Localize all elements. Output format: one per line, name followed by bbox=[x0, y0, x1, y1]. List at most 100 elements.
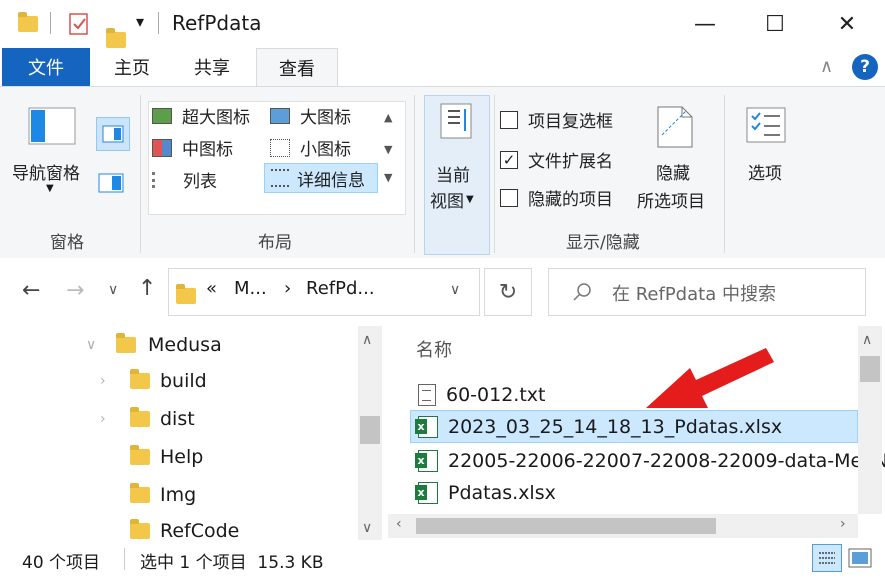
close-button[interactable]: ✕ bbox=[812, 0, 882, 48]
checkbox-checked[interactable]: ✓ bbox=[500, 150, 518, 169]
tree-item-img[interactable]: Img bbox=[100, 483, 196, 506]
tab-view[interactable]: 查看 bbox=[256, 48, 338, 87]
chevron-down-icon[interactable]: ∨ bbox=[86, 337, 106, 353]
details-view-button[interactable] bbox=[812, 544, 842, 572]
layout-extra-large-icons[interactable]: 超大图标 bbox=[152, 103, 250, 128]
column-header-name[interactable]: 名称 bbox=[416, 336, 452, 362]
layout-details[interactable]: 详细信息 bbox=[264, 163, 378, 193]
folder-icon bbox=[130, 519, 150, 539]
breadcrumb-overflow[interactable]: « bbox=[206, 278, 217, 299]
recent-locations-button[interactable]: ∨ bbox=[108, 282, 118, 298]
file-row[interactable]: 60-012.txt bbox=[418, 378, 545, 411]
divider bbox=[158, 12, 159, 34]
title-bar: ▾ RefPdata — ☐ ✕ bbox=[0, 0, 885, 48]
gallery-scroll-up-icon[interactable]: ▲ bbox=[384, 111, 392, 124]
sort-icon bbox=[440, 103, 472, 144]
tree-item-build[interactable]: › build bbox=[100, 369, 207, 392]
tree-item-dist[interactable]: › dist bbox=[100, 407, 195, 430]
layout-large-icons[interactable]: 大图标 bbox=[270, 103, 351, 128]
current-view-label-2: 视图 ▼ bbox=[430, 192, 474, 212]
minimize-button[interactable]: — bbox=[670, 0, 740, 48]
layout-list[interactable]: 列表 bbox=[152, 167, 217, 192]
nav-pane-button[interactable]: 导航窗格 bbox=[12, 159, 80, 184]
file-row[interactable]: 22005-22006-22007-22008-22009-data-MeaN bbox=[415, 444, 885, 477]
file-list: 名称 60-012.txt 2023_03_25_14_18_13_Pdatas… bbox=[388, 326, 885, 540]
hidden-items-toggle[interactable]: 隐藏的项目 bbox=[500, 185, 613, 210]
folder-icon bbox=[130, 483, 150, 503]
grid-icon bbox=[152, 138, 172, 157]
folder-icon bbox=[18, 12, 38, 32]
scroll-down-icon[interactable]: ∨ bbox=[362, 520, 372, 536]
checkbox[interactable] bbox=[500, 188, 518, 207]
collapse-ribbon-icon[interactable]: ∧ bbox=[820, 56, 833, 77]
scroll-right-icon[interactable]: › bbox=[840, 516, 846, 532]
divider bbox=[414, 95, 415, 253]
folder-icon bbox=[116, 333, 136, 353]
scroll-up-icon[interactable]: ∧ bbox=[362, 332, 372, 348]
tab-share[interactable]: 共享 bbox=[188, 48, 236, 86]
checkbox[interactable] bbox=[500, 110, 518, 129]
tree-item-medusa[interactable]: ∨ Medusa bbox=[86, 333, 222, 356]
file-extensions-toggle[interactable]: ✓ 文件扩展名 bbox=[500, 147, 613, 172]
chevron-right-icon[interactable]: › bbox=[100, 373, 120, 389]
search-placeholder: 在 RefPdata 中搜索 bbox=[612, 284, 776, 305]
file-hscroll-thumb[interactable] bbox=[416, 518, 716, 534]
folder-icon bbox=[130, 369, 150, 389]
large-icons-view-button[interactable] bbox=[848, 548, 872, 573]
breadcrumb-item[interactable]: RefPd... bbox=[306, 278, 375, 299]
address-dropdown-button[interactable]: ∨ bbox=[450, 282, 460, 298]
hide-selected-label-2[interactable]: 所选项目 bbox=[637, 187, 705, 212]
options-icon[interactable] bbox=[746, 107, 786, 148]
details-pane-icon[interactable] bbox=[98, 173, 124, 198]
chevron-right-icon[interactable]: › bbox=[100, 411, 120, 427]
selection-info: 选中 1 个项目 15.3 KB bbox=[140, 553, 324, 573]
divider bbox=[124, 548, 125, 570]
file-scroll-thumb[interactable] bbox=[860, 356, 880, 382]
window-title: RefPdata bbox=[172, 11, 262, 35]
small-grid-icon bbox=[270, 138, 290, 157]
group-label-show-hide: 显示/隐藏 bbox=[566, 233, 640, 253]
tab-home[interactable]: 主页 bbox=[108, 48, 156, 86]
back-button[interactable]: ← bbox=[22, 278, 40, 303]
details-icon bbox=[271, 169, 289, 187]
refresh-button[interactable]: ↻ bbox=[484, 268, 532, 316]
gallery-scroll-down-icon[interactable]: ▼ bbox=[384, 143, 392, 156]
folder-icon bbox=[130, 407, 150, 427]
file-scrollbar-vertical[interactable] bbox=[858, 326, 882, 514]
qat-dropdown[interactable]: ▾ bbox=[136, 12, 144, 31]
new-folder-icon[interactable] bbox=[106, 28, 126, 48]
layout-small-icons[interactable]: 小图标 bbox=[270, 135, 351, 160]
divider bbox=[494, 95, 495, 253]
item-checkboxes-toggle[interactable]: 项目复选框 bbox=[500, 107, 613, 132]
preview-pane-icon[interactable] bbox=[96, 117, 130, 151]
annotation-arrow bbox=[636, 342, 776, 423]
gallery-expand-icon[interactable]: ▼ bbox=[384, 171, 392, 184]
tab-file[interactable]: 文件 bbox=[2, 48, 90, 86]
forward-button[interactable]: → bbox=[66, 278, 84, 303]
up-button[interactable]: ↑ bbox=[138, 276, 156, 301]
current-view-label-1: 当前 bbox=[436, 166, 470, 186]
chevron-down-icon: ▼ bbox=[46, 183, 54, 194]
file-row[interactable]: Pdatas.xlsx bbox=[415, 476, 556, 509]
properties-icon[interactable] bbox=[68, 12, 90, 41]
nav-pane-icon[interactable] bbox=[28, 107, 76, 150]
help-icon[interactable]: ? bbox=[852, 54, 878, 80]
tree-item-refcode[interactable]: RefCode bbox=[100, 519, 239, 542]
details-icon bbox=[819, 552, 835, 564]
maximize-button[interactable]: ☐ bbox=[740, 0, 810, 48]
ribbon: 导航窗格 ▼ 窗格 超大图标 大图标 中图标 小图标 列表 详细信息 ▲ ▼ ▼… bbox=[0, 86, 885, 260]
chevron-down-icon: ▼ bbox=[466, 194, 474, 205]
breadcrumb-separator[interactable]: › bbox=[284, 278, 291, 299]
group-label-layout: 布局 bbox=[258, 233, 292, 253]
excel-file-icon bbox=[415, 415, 438, 438]
nav-scroll-thumb[interactable] bbox=[360, 416, 380, 444]
scroll-up-icon[interactable]: ∧ bbox=[862, 332, 872, 348]
layout-medium-icons[interactable]: 中图标 bbox=[152, 135, 233, 160]
picture-icon bbox=[848, 548, 872, 568]
breadcrumb-item[interactable]: M... bbox=[234, 278, 267, 299]
tree-item-help[interactable]: Help bbox=[100, 445, 203, 468]
options-button[interactable]: 选项 bbox=[748, 159, 782, 184]
hide-selected-icon[interactable] bbox=[656, 105, 694, 154]
scroll-left-icon[interactable]: ‹ bbox=[396, 516, 402, 532]
hide-selected-label-1[interactable]: 隐藏 bbox=[656, 159, 690, 184]
